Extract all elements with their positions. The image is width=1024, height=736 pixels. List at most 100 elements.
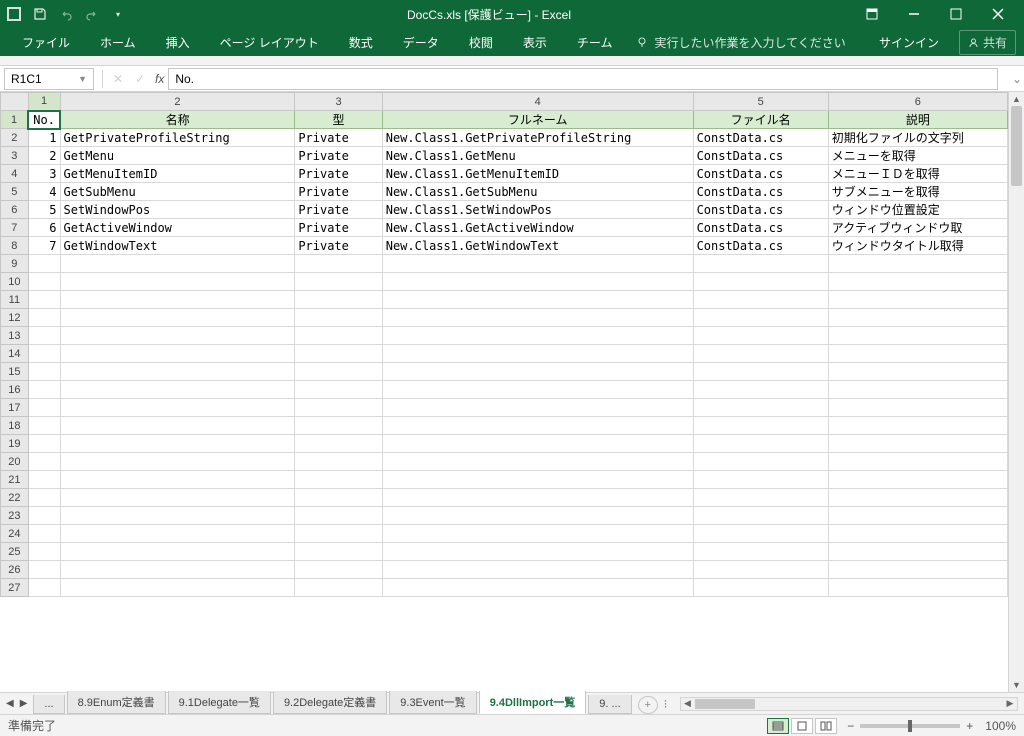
cell[interactable] (28, 471, 60, 489)
cell[interactable] (28, 381, 60, 399)
tab-formulas[interactable]: 数式 (335, 30, 387, 55)
tab-team[interactable]: チーム (563, 30, 627, 55)
cell[interactable]: Private (295, 219, 382, 237)
cell[interactable]: ConstData.cs (693, 183, 828, 201)
row-header[interactable]: 23 (1, 507, 29, 525)
column-header[interactable]: 2 (60, 93, 295, 111)
row-header[interactable]: 2 (1, 129, 29, 147)
vertical-scrollbar[interactable]: ▲ ▼ (1008, 92, 1024, 692)
cell[interactable] (693, 381, 828, 399)
zoom-in-button[interactable]: + (966, 719, 973, 733)
cell[interactable]: GetSubMenu (60, 183, 295, 201)
header-cell[interactable]: No. (28, 111, 60, 129)
sheet-tab-delegate-def[interactable]: 9.2Delegate定義書 (273, 691, 387, 714)
row-header[interactable]: 16 (1, 381, 29, 399)
scroll-left-icon[interactable]: ◀ (681, 698, 695, 709)
cell[interactable] (60, 453, 295, 471)
cell[interactable] (693, 561, 828, 579)
cell[interactable] (828, 543, 1007, 561)
cell[interactable] (28, 579, 60, 597)
row-header[interactable]: 12 (1, 309, 29, 327)
cell[interactable] (295, 435, 382, 453)
row-header[interactable]: 1 (1, 111, 29, 129)
row-header[interactable]: 13 (1, 327, 29, 345)
row-header[interactable]: 3 (1, 147, 29, 165)
cell[interactable] (60, 543, 295, 561)
cell[interactable] (60, 417, 295, 435)
row-header[interactable]: 8 (1, 237, 29, 255)
horizontal-scrollbar[interactable]: ◀ ▶ (680, 697, 1019, 711)
cell[interactable] (382, 507, 693, 525)
header-cell[interactable]: フルネーム (382, 111, 693, 129)
cell[interactable] (295, 561, 382, 579)
cell[interactable] (295, 471, 382, 489)
cell[interactable] (828, 399, 1007, 417)
cell[interactable]: Private (295, 183, 382, 201)
cell[interactable]: ウィンドウ位置設定 (828, 201, 1007, 219)
cell[interactable] (60, 255, 295, 273)
cell[interactable]: New.Class1.GetMenuItemID (382, 165, 693, 183)
cell[interactable] (828, 273, 1007, 291)
name-box[interactable]: R1C1 ▼ (4, 68, 94, 90)
cell[interactable] (295, 399, 382, 417)
cell[interactable] (295, 579, 382, 597)
cell[interactable]: メニューＩＤを取得 (828, 165, 1007, 183)
cell[interactable]: 7 (28, 237, 60, 255)
page-layout-view-icon[interactable] (791, 718, 813, 734)
save-icon[interactable] (32, 6, 48, 22)
cell[interactable] (382, 327, 693, 345)
cell[interactable]: Private (295, 165, 382, 183)
cell[interactable] (693, 363, 828, 381)
cell[interactable]: GetMenu (60, 147, 295, 165)
cell[interactable] (382, 291, 693, 309)
cell[interactable] (382, 579, 693, 597)
share-button[interactable]: 共有 (959, 30, 1016, 55)
fx-icon[interactable]: fx (155, 72, 164, 86)
cell[interactable] (382, 255, 693, 273)
cell[interactable] (382, 561, 693, 579)
row-header[interactable]: 14 (1, 345, 29, 363)
cell[interactable] (60, 525, 295, 543)
formula-bar-expand-icon[interactable]: ⌄ (1010, 72, 1024, 86)
cell[interactable] (382, 381, 693, 399)
column-header[interactable]: 6 (828, 93, 1007, 111)
row-header[interactable]: 24 (1, 525, 29, 543)
row-header[interactable]: 6 (1, 201, 29, 219)
cell[interactable] (28, 255, 60, 273)
cell[interactable]: ConstData.cs (693, 147, 828, 165)
signin-link[interactable]: サインイン (869, 30, 949, 55)
cell[interactable] (828, 345, 1007, 363)
sheet-tab-ellipsis[interactable]: ... (33, 695, 64, 714)
cell[interactable]: 2 (28, 147, 60, 165)
cell[interactable] (28, 291, 60, 309)
maximize-icon[interactable] (936, 0, 976, 28)
sheet-nav-prev-icon[interactable]: ◀ (6, 698, 14, 709)
scroll-down-icon[interactable]: ▼ (1009, 678, 1024, 692)
cell[interactable]: 初期化ファイルの文字列 (828, 129, 1007, 147)
cell[interactable]: 5 (28, 201, 60, 219)
cell[interactable] (28, 525, 60, 543)
cell[interactable] (60, 345, 295, 363)
cell[interactable] (693, 255, 828, 273)
header-cell[interactable]: 名称 (60, 111, 295, 129)
cell[interactable]: ConstData.cs (693, 201, 828, 219)
row-header[interactable]: 4 (1, 165, 29, 183)
cell[interactable] (693, 273, 828, 291)
tab-review[interactable]: 校閲 (455, 30, 507, 55)
tab-layout[interactable]: ページ レイアウト (206, 30, 333, 55)
cell[interactable]: New.Class1.GetMenu (382, 147, 693, 165)
cell[interactable] (295, 345, 382, 363)
cell[interactable] (828, 309, 1007, 327)
cell[interactable] (693, 543, 828, 561)
cell[interactable]: GetPrivateProfileString (60, 129, 295, 147)
tab-view[interactable]: 表示 (509, 30, 561, 55)
cell[interactable] (382, 543, 693, 561)
sheet-tab-delegate-list[interactable]: 9.1Delegate一覧 (168, 691, 271, 714)
cell[interactable] (382, 417, 693, 435)
cell[interactable]: 6 (28, 219, 60, 237)
cell[interactable]: メニューを取得 (828, 147, 1007, 165)
cell[interactable] (295, 363, 382, 381)
cell[interactable] (828, 363, 1007, 381)
cell[interactable]: ウィンドウタイトル取得 (828, 237, 1007, 255)
tab-home[interactable]: ホーム (86, 30, 150, 55)
